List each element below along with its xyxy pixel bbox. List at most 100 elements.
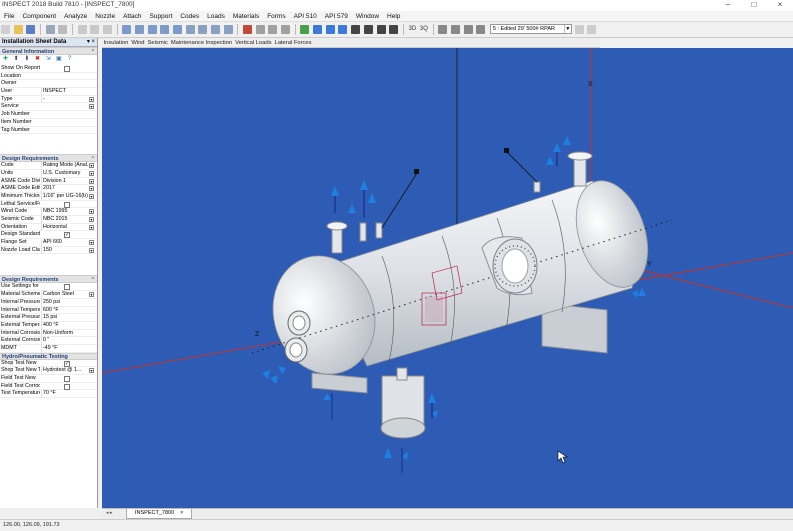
property-row[interactable]: Job Number [0, 111, 97, 119]
property-row[interactable]: MDMT -49 °F [0, 344, 97, 353]
property-row[interactable]: Item Number [0, 119, 97, 127]
property-row[interactable]: Use Settings for Indiv... [0, 283, 97, 292]
property-checkbox[interactable]: ✓ [64, 360, 70, 367]
print-preview-icon[interactable] [58, 25, 68, 34]
close-button[interactable]: × [767, 0, 793, 11]
property-checkbox[interactable] [64, 376, 70, 382]
property-checkbox[interactable] [64, 284, 70, 291]
undo-icon[interactable] [438, 25, 448, 34]
menu-file[interactable]: File [0, 11, 18, 22]
property-value[interactable]: 150 [41, 246, 91, 255]
property-row[interactable]: Seismic Code NBC 2015 ▾ [0, 216, 97, 224]
property-value[interactable]: 250 psi [41, 298, 91, 307]
zoom-in-icon[interactable] [313, 25, 323, 34]
dropdown-arrow-icon[interactable]: ▾ [89, 104, 94, 110]
property-value[interactable]: Carbon Steel [41, 291, 91, 299]
property-value[interactable]: 2017 [41, 185, 91, 193]
save-panel-icon[interactable]: ▣ [55, 56, 62, 63]
property-value[interactable]: Horizontal [41, 223, 91, 232]
section-general[interactable]: General Information ⌃ [0, 47, 97, 55]
dropdown-arrow-icon[interactable]: ▾ [89, 193, 94, 199]
cone-icon[interactable] [147, 25, 157, 34]
property-row[interactable]: External Temperature400 °F [0, 321, 97, 330]
menu-codes[interactable]: Codes [176, 11, 203, 22]
property-row[interactable]: Code Rating Mode (Anal... ▾ [0, 162, 97, 170]
redo-icon[interactable] [450, 25, 460, 34]
menu-analyze[interactable]: Analyze [60, 11, 91, 22]
dropdown-arrow-icon[interactable]: ▾ [89, 186, 94, 192]
save-icon[interactable] [26, 25, 36, 34]
dropdown-arrow-icon[interactable]: ▾ [89, 209, 94, 215]
property-row[interactable]: Flange Set API 660 ▾ [0, 239, 97, 247]
section-hydro[interactable]: Hydro/Pneumatic Testing [0, 352, 97, 360]
vessel-model[interactable]: Z Y X [102, 48, 793, 508]
paste-icon[interactable] [103, 25, 113, 34]
property-row[interactable]: Internal Pressure 250 psi [0, 298, 97, 307]
settings-icon[interactable] [574, 25, 584, 34]
maximize-button[interactable]: □ [741, 0, 767, 11]
property-value[interactable]: NBC 2015 [41, 216, 91, 224]
zoom-extents-icon[interactable] [338, 25, 348, 34]
analyze-icon[interactable] [243, 25, 253, 34]
property-row[interactable]: External Corrosion0 " [0, 337, 97, 345]
saddle-icon[interactable] [185, 25, 195, 34]
tab-seismic[interactable]: Seismic [146, 38, 169, 48]
view-front-icon[interactable] [351, 25, 361, 34]
menu-nozzle[interactable]: Nozzle [91, 11, 119, 22]
import-icon[interactable]: ⇲ [45, 56, 52, 63]
list-icon[interactable] [281, 25, 291, 34]
tab-insulation[interactable]: Insulation [102, 38, 130, 48]
new-icon[interactable] [1, 25, 10, 34]
property-checkbox[interactable] [64, 66, 70, 72]
cut-icon[interactable] [77, 25, 87, 34]
property-row[interactable]: Show On Report C... [0, 65, 97, 73]
property-value[interactable]: U.S. Customary [41, 169, 91, 178]
close-tab-icon[interactable]: × [180, 510, 183, 516]
property-value[interactable]: Rating Mode (Anal... [41, 162, 91, 170]
property-value[interactable]: 1/16" per UG-16(b) [41, 192, 91, 201]
minimize-button[interactable]: – [715, 0, 741, 11]
view-top-icon[interactable] [376, 25, 386, 34]
head-icon[interactable] [135, 25, 145, 34]
property-row[interactable]: Nozzle Load Class150▾ [0, 246, 97, 255]
view-side-icon[interactable] [363, 25, 373, 34]
shell-icon[interactable] [122, 25, 132, 34]
dropdown-arrow-icon[interactable]: ▾ [89, 170, 94, 176]
properties-icon[interactable] [268, 25, 278, 34]
property-value[interactable]: 400 °F [41, 321, 91, 330]
section-design[interactable]: Design Requirements ⌃ [0, 154, 97, 163]
dropdown-arrow-icon[interactable]: ▾ [89, 163, 94, 169]
section-design-2[interactable]: Design Requirements ⌃ [0, 275, 97, 284]
property-value[interactable]: NBC 1995 [41, 208, 91, 217]
tab-vertical-loads[interactable]: Vertical Loads [234, 38, 273, 48]
dropdown-arrow-icon[interactable]: ▾ [89, 217, 94, 222]
lug-icon[interactable] [223, 25, 233, 34]
property-row[interactable]: Field Test New [0, 375, 97, 383]
property-value[interactable]: 15 psi [41, 314, 91, 322]
property-row[interactable]: Field Test Corroded [0, 383, 97, 391]
menu-forms[interactable]: Forms [263, 11, 289, 22]
run-icon[interactable] [300, 25, 310, 34]
property-row[interactable]: ASME Code DivisionDivision 1▾ [0, 177, 97, 186]
dropdown-arrow-icon[interactable]: ▾ [89, 96, 94, 102]
property-value[interactable]: -49 °F [41, 344, 91, 353]
pin-icon[interactable]: ▾ × [87, 38, 95, 47]
view-combo[interactable]: 5 : Edited 29' 500# RPAR ▼ [489, 24, 572, 34]
menu-attach[interactable]: Attach [119, 11, 145, 22]
property-row[interactable]: Minimum Thickness1/16" per UG-16(b)▾ [0, 192, 97, 201]
property-checkbox[interactable] [64, 383, 70, 390]
menu-api-579[interactable]: API 579 [321, 11, 352, 22]
tab-lateral-forces[interactable]: Lateral Forces [273, 38, 313, 48]
dropdown-arrow-icon[interactable]: ▾ [89, 368, 94, 374]
menu-help[interactable]: Help [383, 11, 404, 22]
rotate-icon[interactable] [463, 25, 473, 34]
delete-icon[interactable]: ✖ [34, 56, 41, 63]
property-value[interactable]: 0 " [41, 337, 91, 345]
dropdown-arrow-icon[interactable]: ▾ [89, 247, 94, 253]
menu-loads[interactable]: Loads [203, 11, 229, 22]
view-iso-icon[interactable] [389, 25, 399, 34]
move-up-icon[interactable]: ⬆ [13, 56, 20, 63]
skirt-icon[interactable] [198, 25, 208, 34]
property-checkbox[interactable]: ✓ [64, 232, 70, 239]
property-row[interactable]: ASME Code Edition2017▾ [0, 185, 97, 193]
